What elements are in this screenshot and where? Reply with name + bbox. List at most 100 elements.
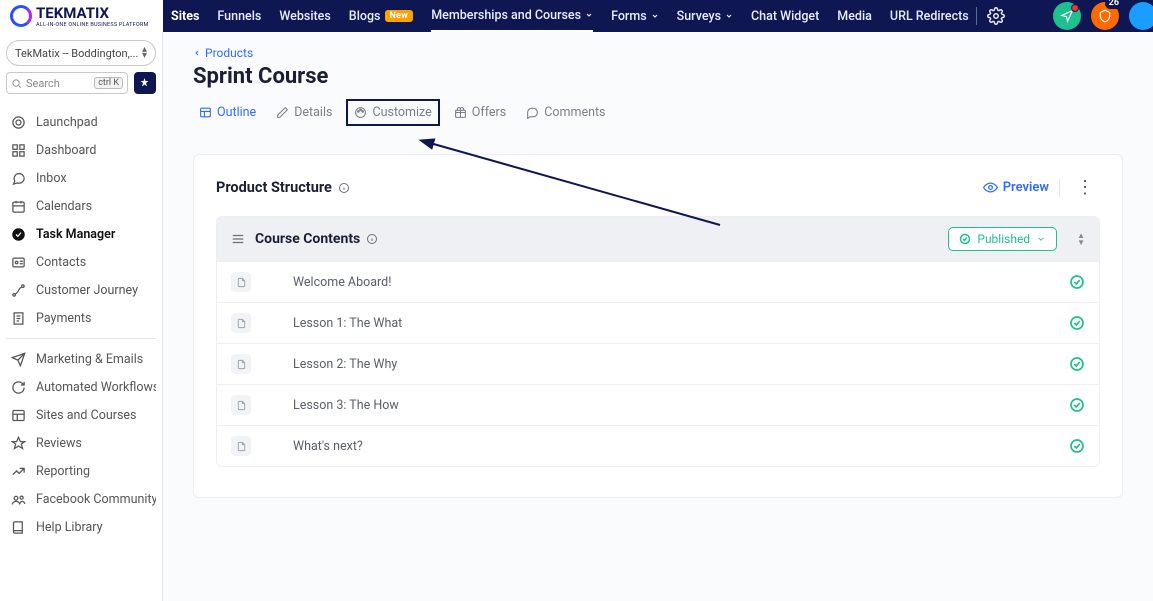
sidebar-item-payments[interactable]: Payments <box>6 304 156 332</box>
sidebar-item-sites-and-courses[interactable]: Sites and Courses <box>6 401 156 429</box>
target-icon <box>10 114 26 130</box>
check-icon <box>959 233 971 245</box>
status-ok-icon <box>1069 356 1085 372</box>
sidebar-item-customer-journey[interactable]: Customer Journey <box>6 276 156 304</box>
status-ok-icon <box>1069 274 1085 290</box>
profile-avatar[interactable] <box>1129 2 1153 30</box>
sidebar-item-reporting[interactable]: Reporting <box>6 457 156 485</box>
lesson-title: Lesson 1: The What <box>293 316 1055 331</box>
page-title: Sprint Course <box>193 64 1123 89</box>
notification-bell[interactable] <box>1053 2 1081 30</box>
drag-icon[interactable] <box>231 232 245 246</box>
tab-customize[interactable]: Customize <box>346 99 439 126</box>
tab-comments[interactable]: Comments <box>520 101 611 124</box>
search-placeholder: Search <box>26 77 60 90</box>
page-icon <box>231 436 251 456</box>
settings-icon[interactable] <box>987 7 1005 25</box>
sidebar-groups: Launchpad Dashboard Inbox Calendars Task Man… <box>6 108 156 541</box>
preview-button[interactable]: Preview <box>983 180 1049 195</box>
breadcrumb[interactable]: Products <box>193 46 1123 60</box>
sidebar-item-label: Facebook Community G... <box>36 492 156 507</box>
sidebar-item-reviews[interactable]: Reviews <box>6 429 156 457</box>
sidebar-item-contacts[interactable]: Contacts <box>6 248 156 276</box>
tab-label: Customize <box>372 105 431 120</box>
nav-memberships-and-courses[interactable]: Memberships and Courses <box>431 0 593 32</box>
page-icon <box>231 395 251 415</box>
chevron-down-icon <box>651 12 659 20</box>
sidebar-item-label: Reporting <box>36 464 90 479</box>
crumb-label: Products <box>205 46 253 60</box>
tab-outline[interactable]: Outline <box>193 101 262 124</box>
lesson-title: Lesson 2: The Why <box>293 357 1055 372</box>
calendar-icon <box>10 198 26 214</box>
nav-chat-widget[interactable]: Chat Widget <box>751 0 819 32</box>
pencil-icon <box>276 106 289 119</box>
card-title: Product Structure <box>216 179 350 196</box>
more-menu[interactable]: ⋮ <box>1070 177 1100 198</box>
info-icon[interactable] <box>338 182 350 194</box>
separator <box>1059 178 1060 198</box>
nav-websites[interactable]: Websites <box>279 0 330 32</box>
lesson-row[interactable]: Lesson 2: The Why <box>217 343 1099 384</box>
search-input[interactable]: Search ctrl K <box>6 72 128 94</box>
sidebar-item-help-library[interactable]: Help Library <box>6 513 156 541</box>
page-icon <box>231 313 251 333</box>
nav-url-redirects[interactable]: URL Redirects <box>890 0 969 32</box>
tab-details[interactable]: Details <box>270 101 338 124</box>
trend-icon <box>10 463 26 479</box>
sidebar-item-label: Payments <box>36 311 91 326</box>
lesson-row[interactable]: What's next? <box>217 425 1099 466</box>
grid-icon <box>10 142 26 158</box>
sidebar-item-facebook-community-g[interactable]: Facebook Community G... <box>6 485 156 513</box>
path-icon <box>10 282 26 298</box>
sidebar-item-automated-workflows[interactable]: Automated Workflows <box>6 373 156 401</box>
tab-label: Offers <box>472 105 506 120</box>
chevron-down-icon <box>585 11 593 19</box>
structure-title-text: Product Structure <box>216 179 332 196</box>
sidebar-item-label: Calendars <box>36 199 92 214</box>
page-icon <box>231 272 251 292</box>
sidebar-item-label: Automated Workflows <box>36 380 156 395</box>
search-icon <box>11 78 22 89</box>
sidebar-divider <box>6 338 156 339</box>
chevron-down-icon <box>1036 234 1046 244</box>
new-badge: New <box>385 10 414 22</box>
sidebar-item-task-manager[interactable]: Task Manager <box>6 220 156 248</box>
sidebar-item-label: Dashboard <box>36 143 96 158</box>
sidebar-item-label: Customer Journey <box>36 283 138 298</box>
page-icon <box>231 354 251 374</box>
sidebar-item-dashboard[interactable]: Dashboard <box>6 136 156 164</box>
info-icon[interactable] <box>366 233 378 245</box>
logo[interactable]: TEKMATIX ALL-IN-ONE ONLINE BUSINESS PLAT… <box>0 0 163 32</box>
nav-surveys[interactable]: Surveys <box>677 0 733 32</box>
sidebar-item-label: Marketing & Emails <box>36 352 143 367</box>
sidebar-item-label: Reviews <box>36 436 82 451</box>
quick-add-button[interactable] <box>134 72 156 94</box>
publish-label: Published <box>977 232 1030 246</box>
lesson-title: Lesson 3: The How <box>293 398 1055 413</box>
sidebar-item-marketing-emails[interactable]: Marketing & Emails <box>6 345 156 373</box>
nav-media[interactable]: Media <box>837 0 872 32</box>
sidebar-item-calendars[interactable]: Calendars <box>6 192 156 220</box>
gift-icon <box>454 106 467 119</box>
nav-forms[interactable]: Forms <box>611 0 659 32</box>
tab-offers[interactable]: Offers <box>448 101 512 124</box>
notification-count[interactable]: 26 <box>1091 2 1119 30</box>
nav-funnels[interactable]: Funnels <box>217 0 261 32</box>
sidebar-item-inbox[interactable]: Inbox <box>6 164 156 192</box>
check-icon <box>10 226 26 242</box>
lesson-row[interactable]: Welcome Aboard! <box>217 261 1099 302</box>
unread-dot <box>1071 4 1079 12</box>
sidebar-item-launchpad[interactable]: Launchpad <box>6 108 156 136</box>
publish-status-button[interactable]: Published <box>948 227 1057 251</box>
nav-blogs[interactable]: BlogsNew <box>349 0 413 32</box>
chevron-down-icon <box>725 12 733 20</box>
sort-toggle[interactable]: ▲▼ <box>1077 232 1085 246</box>
preview-label: Preview <box>1003 180 1049 195</box>
account-selector[interactable]: TekMatix -- Boddington,... ▴▾ <box>6 40 156 66</box>
notif-badge: 26 <box>1105 0 1123 9</box>
status-ok-icon <box>1069 315 1085 331</box>
nav-sites[interactable]: Sites <box>171 0 199 32</box>
lesson-row[interactable]: Lesson 1: The What <box>217 302 1099 343</box>
lesson-row[interactable]: Lesson 3: The How <box>217 384 1099 425</box>
